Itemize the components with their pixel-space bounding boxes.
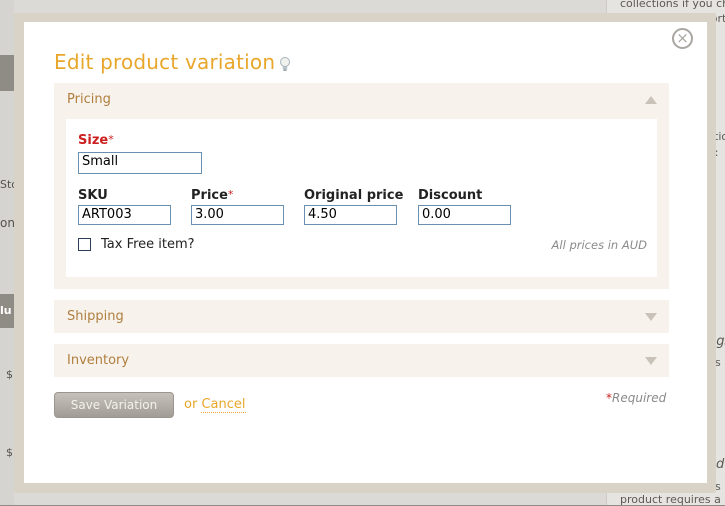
- inventory-section-title: Inventory: [67, 353, 130, 368]
- background-right-line: collections if you ch: [620, 0, 725, 10]
- or-text: or: [184, 397, 198, 412]
- original-price-label: Original price: [304, 188, 404, 203]
- size-input[interactable]: Small: [78, 152, 202, 174]
- shipping-section: Shipping: [54, 300, 669, 333]
- dialog-title: Edit product variation: [54, 50, 276, 74]
- cancel-link[interactable]: Cancel: [201, 397, 246, 413]
- background-left-band: [0, 55, 14, 91]
- price-label: Price*: [191, 188, 234, 203]
- background-snip: on: [0, 216, 15, 230]
- close-button[interactable]: ×: [672, 28, 693, 49]
- sku-input[interactable]: ART003: [78, 205, 171, 225]
- shipping-section-title: Shipping: [67, 309, 124, 324]
- tax-free-label: Tax Free item?: [101, 237, 195, 252]
- shipping-section-header[interactable]: Shipping: [54, 300, 669, 333]
- pricing-section-header[interactable]: Pricing: [54, 83, 669, 116]
- background-right-line: product requires a s: [620, 493, 725, 506]
- size-label: Size*: [78, 133, 114, 148]
- pricing-section-title: Pricing: [67, 92, 111, 107]
- discount-label: Discount: [418, 188, 483, 203]
- required-marker: *: [227, 188, 234, 201]
- background-snip: $: [6, 446, 13, 459]
- lightbulb-icon[interactable]: [278, 56, 292, 72]
- inventory-section-header[interactable]: Inventory: [54, 344, 669, 377]
- tax-free-checkbox[interactable]: [78, 238, 91, 251]
- inventory-section: Inventory: [54, 344, 669, 377]
- cancel-group: or Cancel: [184, 397, 246, 413]
- discount-input[interactable]: 0.00: [418, 205, 511, 225]
- original-price-input[interactable]: 4.50: [304, 205, 397, 225]
- expand-arrow-icon: [645, 357, 657, 365]
- required-note: *Required: [606, 391, 667, 405]
- sku-label: SKU: [78, 188, 108, 203]
- collapse-arrow-icon: [645, 96, 657, 104]
- background-snip: lu: [0, 304, 12, 317]
- close-icon: ×: [676, 29, 689, 47]
- pricing-section: Pricing Size* Small SKU ART003 Price* 3.…: [54, 83, 669, 289]
- currency-note: All prices in AUD: [551, 238, 647, 252]
- required-marker: *: [108, 133, 114, 146]
- background-snip: $: [6, 368, 13, 381]
- expand-arrow-icon: [645, 313, 657, 321]
- pricing-form: Size* Small SKU ART003 Price* 3.00 Origi…: [66, 119, 657, 277]
- price-input[interactable]: 3.00: [191, 205, 284, 225]
- save-variation-button[interactable]: Save Variation: [54, 392, 174, 418]
